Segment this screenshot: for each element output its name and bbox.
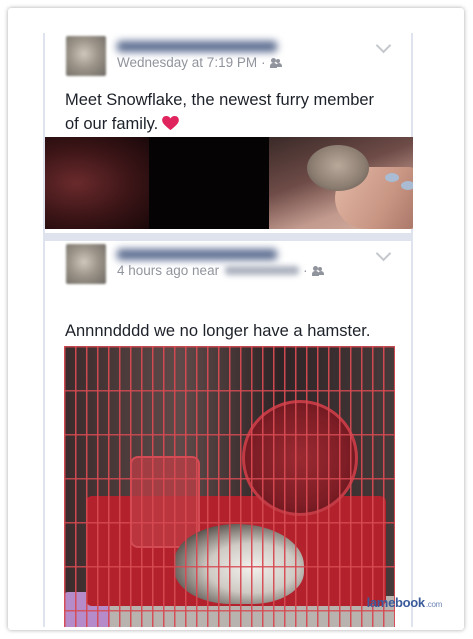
post-photo-cat-in-cage[interactable] <box>64 346 395 627</box>
meta-separator: · <box>303 263 308 278</box>
photo-black[interactable] <box>149 137 269 229</box>
hamster-image <box>307 145 369 191</box>
post-message: Annnndddd we no longer have a hamster. <box>65 322 371 340</box>
avatar[interactable] <box>66 244 106 284</box>
meta-separator: · <box>261 55 266 70</box>
screenshot-frame: Wednesday at 7:19 PM · Meet Snowflake, t… <box>8 8 464 630</box>
author-name-redacted[interactable] <box>117 249 277 260</box>
audience-friends-icon[interactable] <box>311 265 324 276</box>
watermark-tld: .com <box>425 600 442 609</box>
feed-post: 4 hours ago near · Annnndddd we no longe… <box>45 241 411 627</box>
avatar[interactable] <box>66 36 106 76</box>
cage-bars <box>64 346 395 627</box>
message-line: Meet Snowflake, the newest furry member <box>65 91 375 109</box>
news-feed: Wednesday at 7:19 PM · Meet Snowflake, t… <box>43 33 413 627</box>
audience-friends-icon[interactable] <box>269 57 282 68</box>
post-timestamp[interactable]: Wednesday at 7:19 PM <box>117 55 257 70</box>
feed-post: Wednesday at 7:19 PM · Meet Snowflake, t… <box>45 33 413 233</box>
post-meta: 4 hours ago near · <box>117 263 324 278</box>
author-name-redacted[interactable] <box>117 41 277 52</box>
chevron-down-icon[interactable] <box>375 37 392 54</box>
chevron-down-icon[interactable] <box>375 245 392 262</box>
post-message: Meet Snowflake, the newest furry member … <box>65 88 395 136</box>
location-redacted[interactable] <box>225 266 300 275</box>
watermark-brand: lamebook <box>366 595 426 610</box>
post-timestamp[interactable]: 4 hours ago near <box>117 263 219 278</box>
post-meta: Wednesday at 7:19 PM · <box>117 55 282 70</box>
lamebook-watermark: lamebook.com <box>366 595 443 610</box>
message-line: of our family. <box>65 112 395 136</box>
photo-dark-red[interactable] <box>45 137 149 229</box>
post-photo-strip[interactable] <box>45 137 413 229</box>
heart-emoji-icon <box>162 116 180 131</box>
message-text: of our family. <box>65 115 159 133</box>
